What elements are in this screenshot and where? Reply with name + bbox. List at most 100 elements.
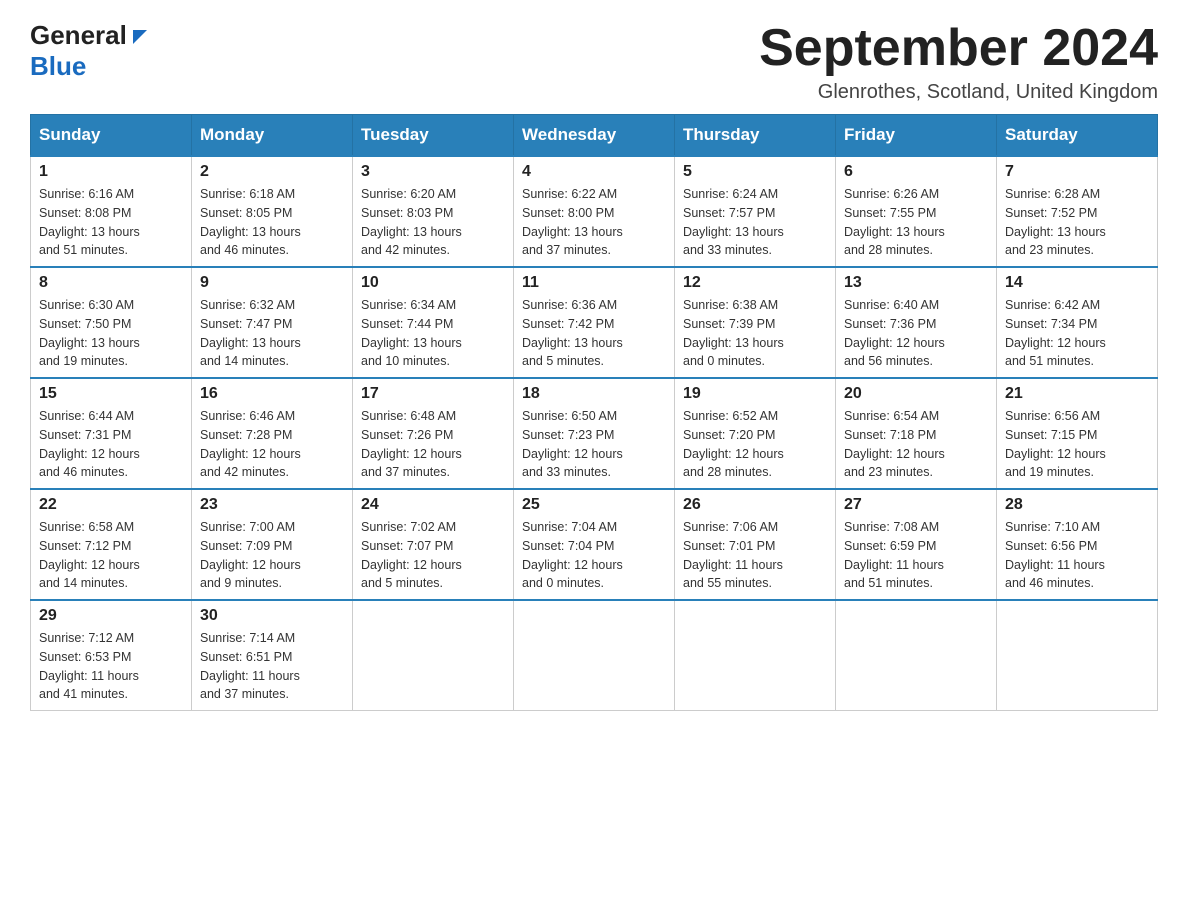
calendar-cell: 7Sunrise: 6:28 AMSunset: 7:52 PMDaylight… bbox=[997, 156, 1158, 267]
calendar-cell: 12 Sunrise: 6:38 AMSunset: 7:39 PMDayligh… bbox=[675, 267, 836, 378]
calendar-cell bbox=[836, 600, 997, 711]
day-number: 29 bbox=[39, 607, 183, 625]
day-info: Sunrise: 6:58 AMSunset: 7:12 PMDaylight:… bbox=[39, 518, 183, 593]
day-info: Sunrise: 7:08 AMSunset: 6:59 PMDaylight:… bbox=[844, 518, 988, 593]
calendar-cell: 28Sunrise: 7:10 AMSunset: 6:56 PMDayligh… bbox=[997, 489, 1158, 600]
calendar-cell: 24 Sunrise: 7:02 AMSunset: 7:07 PMDayligh… bbox=[353, 489, 514, 600]
calendar-week-row-3: 15 Sunrise: 6:44 AMSunset: 7:31 PMDayligh… bbox=[31, 378, 1158, 489]
day-number: 20 bbox=[844, 385, 988, 403]
day-info: Sunrise: 6:50 AMSunset: 7:23 PMDaylight:… bbox=[522, 407, 666, 482]
calendar-week-row-1: 1Sunrise: 6:16 AMSunset: 8:08 PMDaylight… bbox=[31, 156, 1158, 267]
day-number: 19 bbox=[683, 385, 827, 403]
day-info: Sunrise: 6:44 AMSunset: 7:31 PMDaylight:… bbox=[39, 407, 183, 482]
calendar-cell: 5 Sunrise: 6:24 AMSunset: 7:57 PMDaylight… bbox=[675, 156, 836, 267]
calendar-cell: 10 Sunrise: 6:34 AMSunset: 7:44 PMDayligh… bbox=[353, 267, 514, 378]
col-sunday: Sunday bbox=[31, 115, 192, 157]
page-header: General Blue September 2024 Glenrothes, … bbox=[30, 20, 1158, 104]
day-number: 11 bbox=[522, 274, 666, 292]
calendar-cell: 2Sunrise: 6:18 AMSunset: 8:05 PMDaylight… bbox=[192, 156, 353, 267]
logo-blue: Blue bbox=[30, 51, 86, 82]
day-info: Sunrise: 6:54 AMSunset: 7:18 PMDaylight:… bbox=[844, 407, 988, 482]
logo-general: General bbox=[30, 20, 127, 51]
col-thursday: Thursday bbox=[675, 115, 836, 157]
day-info: Sunrise: 7:02 AMSunset: 7:07 PMDaylight:… bbox=[361, 518, 505, 593]
day-info: Sunrise: 6:42 AMSunset: 7:34 PMDaylight:… bbox=[1005, 296, 1149, 371]
calendar-cell: 13 Sunrise: 6:40 AMSunset: 7:36 PMDayligh… bbox=[836, 267, 997, 378]
calendar-cell: 22 Sunrise: 6:58 AMSunset: 7:12 PMDayligh… bbox=[31, 489, 192, 600]
calendar-table: Sunday Monday Tuesday Wednesday Thursday… bbox=[30, 114, 1158, 711]
day-info: Sunrise: 6:28 AMSunset: 7:52 PMDaylight:… bbox=[1005, 185, 1149, 260]
calendar-cell: 15 Sunrise: 6:44 AMSunset: 7:31 PMDayligh… bbox=[31, 378, 192, 489]
day-info: Sunrise: 6:32 AMSunset: 7:47 PMDaylight:… bbox=[200, 296, 344, 371]
day-info: Sunrise: 6:38 AMSunset: 7:39 PMDaylight:… bbox=[683, 296, 827, 371]
location-subtitle: Glenrothes, Scotland, United Kingdom bbox=[759, 81, 1158, 104]
day-info: Sunrise: 6:20 AMSunset: 8:03 PMDaylight:… bbox=[361, 185, 505, 260]
day-number: 30 bbox=[200, 607, 344, 625]
day-number: 12 bbox=[683, 274, 827, 292]
day-info: Sunrise: 6:16 AMSunset: 8:08 PMDaylight:… bbox=[39, 185, 183, 260]
calendar-header-row: Sunday Monday Tuesday Wednesday Thursday… bbox=[31, 115, 1158, 157]
day-number: 3 bbox=[361, 163, 505, 181]
col-wednesday: Wednesday bbox=[514, 115, 675, 157]
day-info: Sunrise: 6:30 AMSunset: 7:50 PMDaylight:… bbox=[39, 296, 183, 371]
day-number: 17 bbox=[361, 385, 505, 403]
calendar-cell: 8 Sunrise: 6:30 AMSunset: 7:50 PMDaylight… bbox=[31, 267, 192, 378]
calendar-cell: 20 Sunrise: 6:54 AMSunset: 7:18 PMDayligh… bbox=[836, 378, 997, 489]
day-number: 14 bbox=[1005, 274, 1149, 292]
col-tuesday: Tuesday bbox=[353, 115, 514, 157]
calendar-cell: 9 Sunrise: 6:32 AMSunset: 7:47 PMDaylight… bbox=[192, 267, 353, 378]
calendar-cell: 11 Sunrise: 6:36 AMSunset: 7:42 PMDayligh… bbox=[514, 267, 675, 378]
day-number: 9 bbox=[200, 274, 344, 292]
day-info: Sunrise: 7:12 AMSunset: 6:53 PMDaylight:… bbox=[39, 629, 183, 704]
day-number: 18 bbox=[522, 385, 666, 403]
day-number: 8 bbox=[39, 274, 183, 292]
calendar-cell bbox=[353, 600, 514, 711]
day-info: Sunrise: 6:56 AMSunset: 7:15 PMDaylight:… bbox=[1005, 407, 1149, 482]
day-number: 23 bbox=[200, 496, 344, 514]
day-number: 2 bbox=[200, 163, 344, 181]
calendar-cell: 1Sunrise: 6:16 AMSunset: 8:08 PMDaylight… bbox=[31, 156, 192, 267]
day-info: Sunrise: 6:52 AMSunset: 7:20 PMDaylight:… bbox=[683, 407, 827, 482]
day-number: 5 bbox=[683, 163, 827, 181]
day-number: 13 bbox=[844, 274, 988, 292]
logo: General Blue bbox=[30, 20, 151, 82]
day-number: 25 bbox=[522, 496, 666, 514]
calendar-cell: 26 Sunrise: 7:06 AMSunset: 7:01 PMDayligh… bbox=[675, 489, 836, 600]
day-info: Sunrise: 6:40 AMSunset: 7:36 PMDaylight:… bbox=[844, 296, 988, 371]
day-number: 16 bbox=[200, 385, 344, 403]
calendar-week-row-2: 8 Sunrise: 6:30 AMSunset: 7:50 PMDaylight… bbox=[31, 267, 1158, 378]
col-friday: Friday bbox=[836, 115, 997, 157]
day-number: 4 bbox=[522, 163, 666, 181]
logo-arrow-icon bbox=[129, 26, 151, 48]
day-number: 27 bbox=[844, 496, 988, 514]
day-number: 10 bbox=[361, 274, 505, 292]
day-number: 24 bbox=[361, 496, 505, 514]
calendar-cell bbox=[997, 600, 1158, 711]
day-info: Sunrise: 7:04 AMSunset: 7:04 PMDaylight:… bbox=[522, 518, 666, 593]
day-number: 28 bbox=[1005, 496, 1149, 514]
calendar-cell bbox=[675, 600, 836, 711]
day-info: Sunrise: 6:22 AMSunset: 8:00 PMDaylight:… bbox=[522, 185, 666, 260]
day-info: Sunrise: 7:06 AMSunset: 7:01 PMDaylight:… bbox=[683, 518, 827, 593]
day-info: Sunrise: 6:48 AMSunset: 7:26 PMDaylight:… bbox=[361, 407, 505, 482]
day-info: Sunrise: 7:14 AMSunset: 6:51 PMDaylight:… bbox=[200, 629, 344, 704]
day-number: 21 bbox=[1005, 385, 1149, 403]
calendar-week-row-4: 22 Sunrise: 6:58 AMSunset: 7:12 PMDayligh… bbox=[31, 489, 1158, 600]
calendar-cell: 30 Sunrise: 7:14 AMSunset: 6:51 PMDayligh… bbox=[192, 600, 353, 711]
day-number: 15 bbox=[39, 385, 183, 403]
col-saturday: Saturday bbox=[997, 115, 1158, 157]
day-number: 22 bbox=[39, 496, 183, 514]
day-info: Sunrise: 6:36 AMSunset: 7:42 PMDaylight:… bbox=[522, 296, 666, 371]
calendar-cell: 27 Sunrise: 7:08 AMSunset: 6:59 PMDayligh… bbox=[836, 489, 997, 600]
calendar-cell: 6Sunrise: 6:26 AMSunset: 7:55 PMDaylight… bbox=[836, 156, 997, 267]
calendar-cell: 21 Sunrise: 6:56 AMSunset: 7:15 PMDayligh… bbox=[997, 378, 1158, 489]
calendar-cell: 3 Sunrise: 6:20 AMSunset: 8:03 PMDaylight… bbox=[353, 156, 514, 267]
day-info: Sunrise: 6:34 AMSunset: 7:44 PMDaylight:… bbox=[361, 296, 505, 371]
col-monday: Monday bbox=[192, 115, 353, 157]
day-number: 26 bbox=[683, 496, 827, 514]
calendar-cell: 25 Sunrise: 7:04 AMSunset: 7:04 PMDayligh… bbox=[514, 489, 675, 600]
month-year-title: September 2024 bbox=[759, 20, 1158, 77]
calendar-cell bbox=[514, 600, 675, 711]
calendar-week-row-5: 29 Sunrise: 7:12 AMSunset: 6:53 PMDayligh… bbox=[31, 600, 1158, 711]
day-info: Sunrise: 6:24 AMSunset: 7:57 PMDaylight:… bbox=[683, 185, 827, 260]
